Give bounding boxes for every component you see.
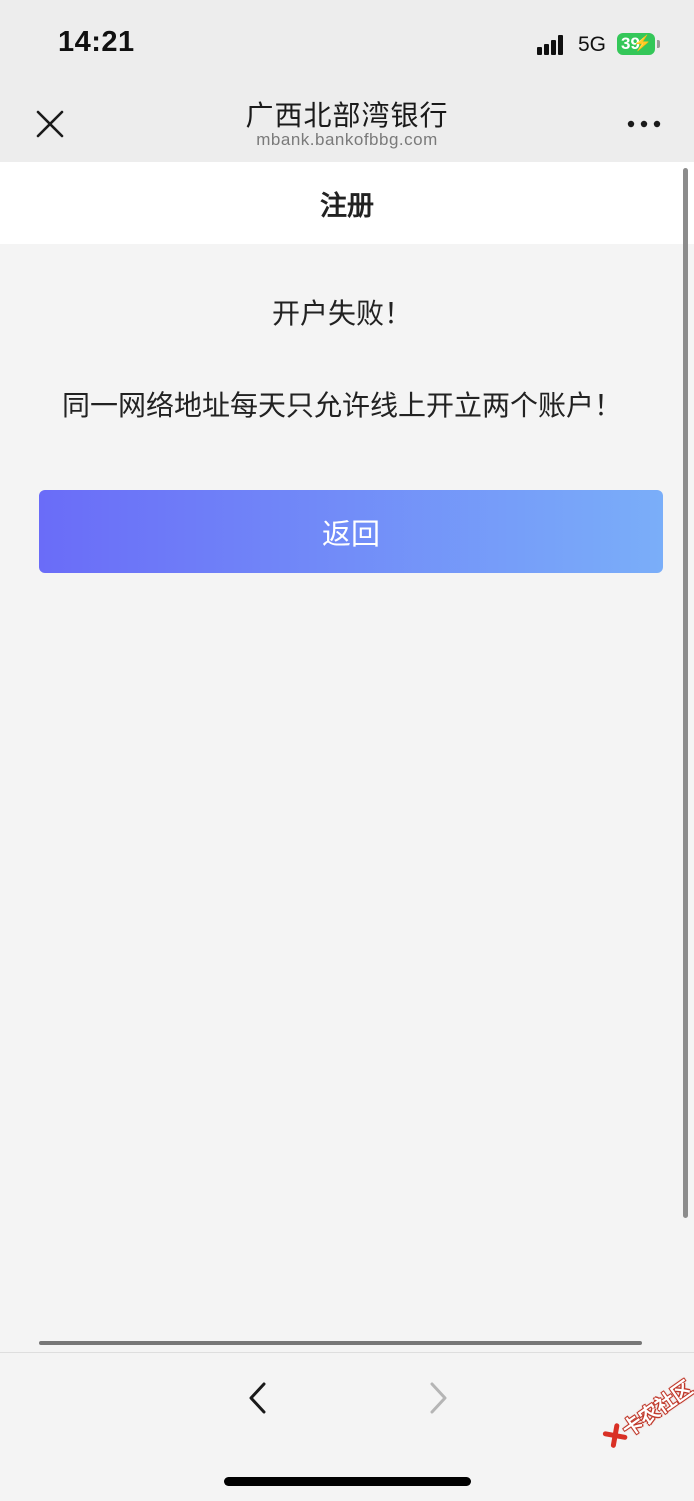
browser-bottom-bar xyxy=(0,1352,694,1501)
inner-page-title: 注册 xyxy=(320,191,374,222)
result-title: 开户失败！ xyxy=(271,297,412,330)
more-dots-icon[interactable] xyxy=(624,116,664,130)
network-type: 5G xyxy=(578,33,607,56)
status-bar: 14:21 5G 39 ⚡ xyxy=(0,0,694,86)
status-time: 14:21 xyxy=(58,26,135,58)
signal-strength-icon xyxy=(537,35,571,55)
page-url: mbank.bankofbbg.com xyxy=(256,130,438,149)
page-progress-line xyxy=(39,1341,642,1345)
page-heading: 广西北部湾银行 xyxy=(245,99,449,132)
browser-title-bar: 广西北部湾银行 mbank.bankofbbg.com xyxy=(0,86,694,162)
chevron-left-icon[interactable] xyxy=(244,1380,272,1416)
return-button[interactable]: 返回 xyxy=(39,490,663,573)
chevron-right-icon[interactable] xyxy=(424,1380,452,1416)
home-indicator xyxy=(224,1477,471,1486)
inner-page-header: 注册 xyxy=(0,162,694,244)
charging-bolt-icon: ⚡ xyxy=(633,35,652,52)
result-message: 同一网络地址每天只允许线上开立两个账户！ xyxy=(61,389,622,422)
battery-icon: 39 ⚡ xyxy=(617,33,655,55)
battery-cap xyxy=(657,40,660,48)
